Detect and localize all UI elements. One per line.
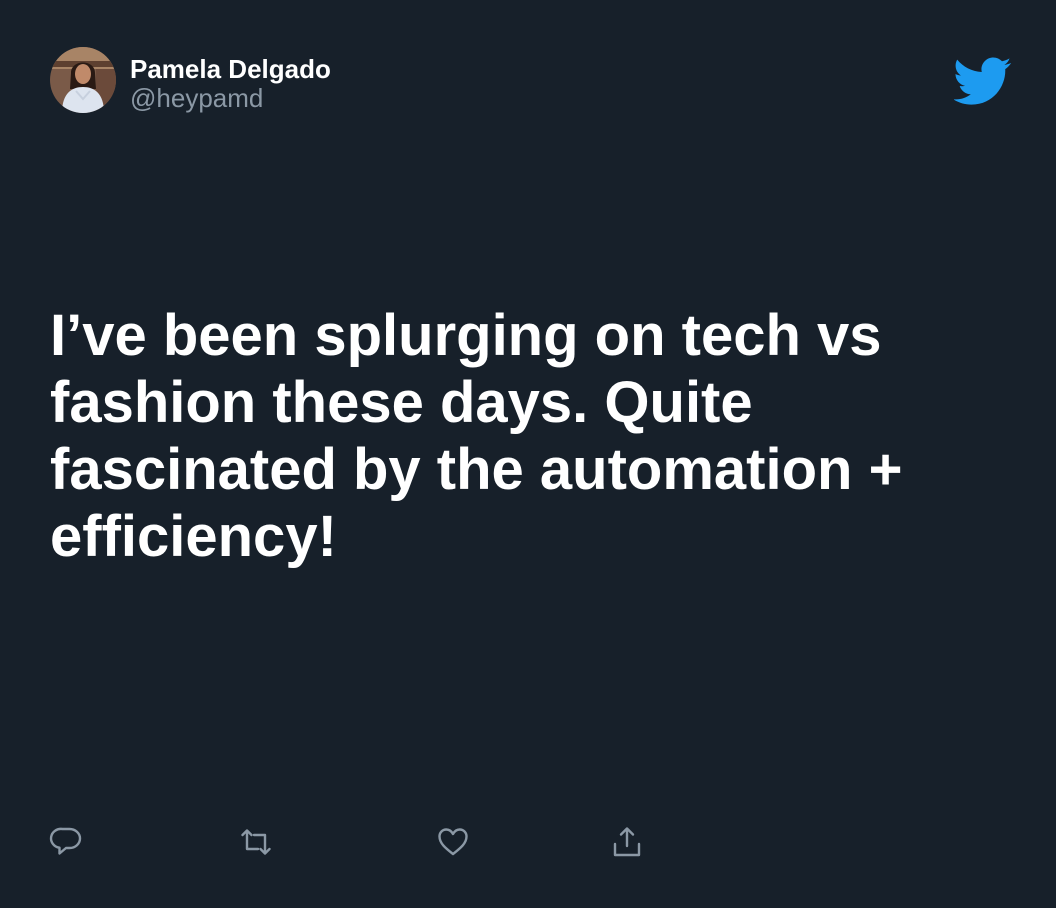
like-icon (438, 828, 468, 856)
tweet-text: I’ve been splurging on tech vs fashion t… (50, 303, 903, 569)
retweet-icon (241, 829, 271, 855)
share-button[interactable] (609, 824, 645, 860)
tweet-card: Pamela Delgado @heypamd I’ve been splurg… (0, 0, 1056, 908)
display-name[interactable]: Pamela Delgado (130, 53, 331, 85)
avatar[interactable] (50, 47, 116, 113)
reply-button[interactable] (48, 824, 84, 860)
reply-icon (49, 827, 82, 855)
retweet-button[interactable] (238, 824, 274, 860)
user-handle[interactable]: @heypamd (130, 82, 263, 114)
twitter-bird-icon[interactable] (953, 57, 1012, 105)
avatar-photo (50, 47, 116, 113)
like-button[interactable] (435, 824, 471, 860)
share-icon (613, 827, 641, 857)
